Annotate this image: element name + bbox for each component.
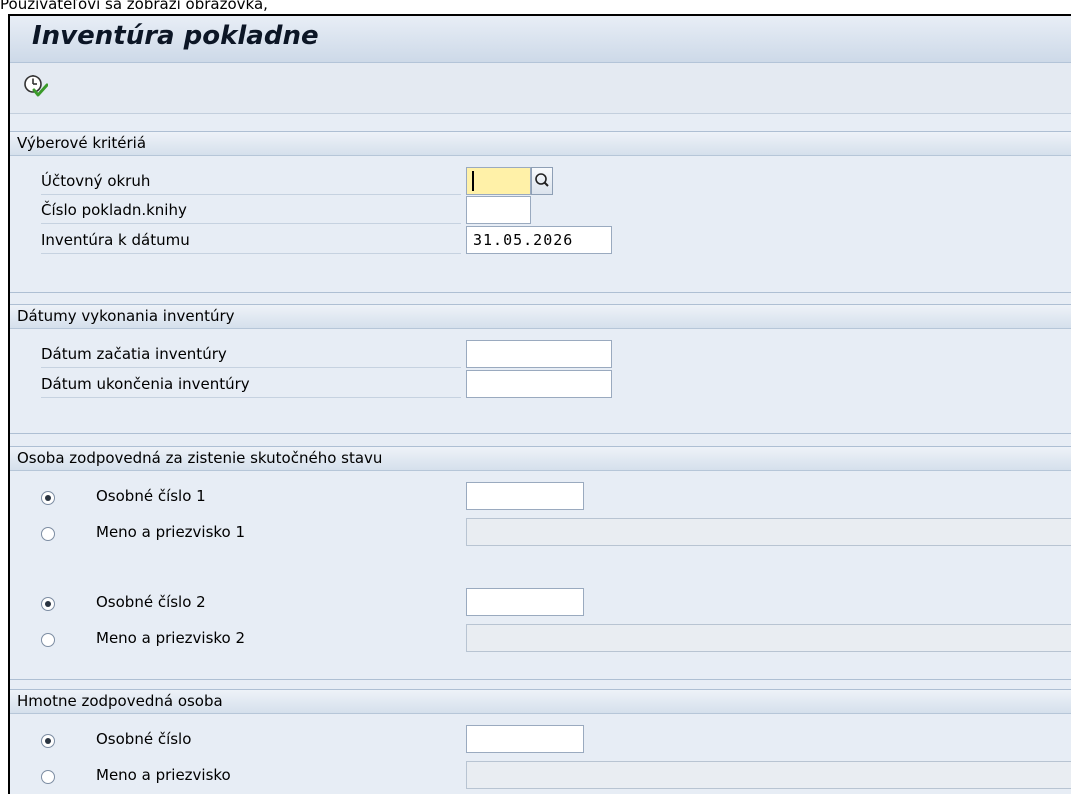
personnel-number-1-label: Osobné číslo 1	[96, 487, 206, 505]
search-icon	[535, 173, 549, 187]
group-title: Výberové kritériá	[17, 134, 147, 152]
name-2-label: Meno a priezvisko 2	[96, 629, 246, 647]
sap-window: Inventúra pokladne Výberové kritériá Účt…	[8, 14, 1071, 794]
name-2-radio[interactable]	[41, 633, 55, 647]
label-underline	[41, 367, 461, 368]
inventory-date-label: Inventúra k dátumu	[41, 231, 190, 249]
name-1-field	[466, 518, 1071, 546]
personnel-number-1-field[interactable]	[466, 482, 584, 510]
personnel-number-label: Osobné číslo	[96, 730, 192, 748]
page-title: Inventúra pokladne	[32, 21, 319, 51]
personnel-number-2-field[interactable]	[466, 588, 584, 616]
label-underline	[41, 223, 461, 224]
name-1-radio[interactable]	[41, 527, 55, 541]
label-underline	[41, 194, 461, 195]
group-header: Dátumy vykonania inventúry	[10, 305, 1071, 329]
label-underline	[41, 253, 461, 254]
personnel-number-2-radio[interactable]	[41, 597, 55, 611]
inventory-dates-group: Dátumy vykonania inventúry Dátum začatia…	[10, 304, 1071, 434]
application-toolbar	[10, 63, 1071, 114]
personnel-number-2-label: Osobné číslo 2	[96, 593, 206, 611]
group-header: Výberové kritériá	[10, 132, 1071, 156]
execute-clock-icon[interactable]	[22, 73, 48, 99]
cash-journal-label: Číslo pokladn.knihy	[41, 201, 187, 219]
responsible-person-group: Osoba zodpovedná za zistenie skutočného …	[10, 446, 1071, 680]
liable-person-group: Hmotne zodpovedná osoba Osobné číslo Men…	[10, 689, 1071, 794]
end-date-label: Dátum ukončenia inventúry	[41, 375, 250, 393]
name-field	[466, 761, 1071, 789]
cash-journal-field[interactable]	[466, 196, 531, 224]
title-bar: Inventúra pokladne	[10, 16, 1071, 63]
name-radio[interactable]	[41, 770, 55, 784]
group-title: Dátumy vykonania inventúry	[17, 307, 235, 325]
value-help-button[interactable]	[531, 167, 553, 195]
group-header: Osoba zodpovedná za zistenie skutočného …	[10, 447, 1071, 471]
name-2-field	[466, 624, 1071, 652]
personnel-number-radio[interactable]	[41, 734, 55, 748]
group-title: Osoba zodpovedná za zistenie skutočného …	[17, 449, 383, 467]
inventory-date-field[interactable]: 31.05.2026	[466, 226, 612, 254]
company-code-label: Účtovný okruh	[41, 172, 151, 190]
label-underline	[41, 397, 461, 398]
page-caption: Používateľovi sa zobrazí obrazovka,	[0, 0, 268, 13]
selection-criteria-group: Výberové kritériá Účtovný okruh Číslo po…	[10, 131, 1071, 293]
text-cursor	[472, 171, 474, 191]
group-title: Hmotne zodpovedná osoba	[17, 692, 223, 710]
group-header: Hmotne zodpovedná osoba	[10, 690, 1071, 714]
name-1-label: Meno a priezvisko 1	[96, 523, 246, 541]
personnel-number-1-radio[interactable]	[41, 491, 55, 505]
start-date-field[interactable]	[466, 340, 612, 368]
start-date-label: Dátum začatia inventúry	[41, 345, 227, 363]
end-date-field[interactable]	[466, 370, 612, 398]
personnel-number-field[interactable]	[466, 725, 584, 753]
name-label: Meno a priezvisko	[96, 766, 231, 784]
company-code-field[interactable]	[466, 167, 531, 195]
